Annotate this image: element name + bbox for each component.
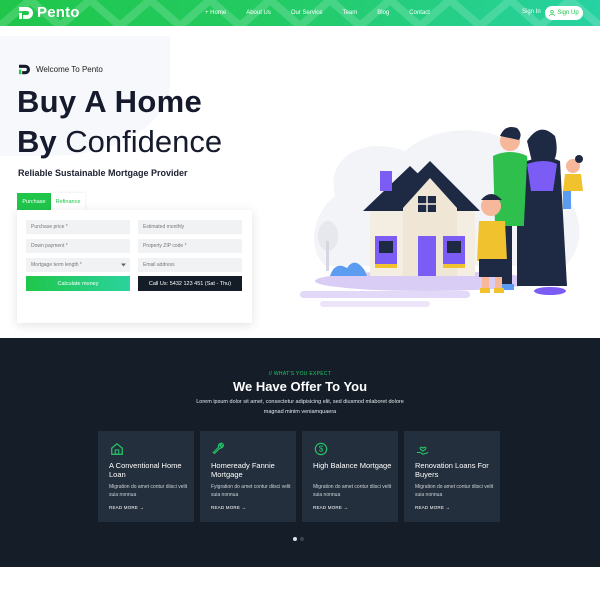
hero-subtitle: Reliable Sustainable Mortgage Provider	[18, 168, 188, 178]
email-input[interactable]: Email address	[138, 258, 242, 272]
card-title: Renovation Loans For Buyers	[415, 461, 489, 479]
read-more-link[interactable]: READ MORE →	[211, 505, 246, 510]
girl-figure	[563, 155, 583, 209]
nav-item-contact[interactable]: Contact	[409, 10, 430, 16]
hero-section: Welcome To Pento Buy A Home By Confidenc…	[0, 26, 600, 338]
card-title: High Balance Mortgage	[313, 461, 392, 470]
carousel-dot-2[interactable]	[300, 537, 304, 541]
logo[interactable]: Pento	[18, 4, 80, 21]
estimated-monthly-input[interactable]: Estimated monthly	[138, 220, 242, 234]
arrow-right-icon: →	[139, 505, 145, 510]
offer-card-4[interactable]: Renovation Loans For Buyers Migration do…	[404, 431, 500, 522]
mother-figure	[521, 129, 567, 295]
nav-item-about[interactable]: About Us	[246, 10, 271, 16]
hand-heart-icon	[416, 446, 429, 455]
offer-section: // WHAT'S YOU EXPECT We Have Offer To Yo…	[0, 338, 600, 567]
nav-item-blog[interactable]: Blog	[377, 10, 389, 16]
logo-text: Pento	[37, 4, 80, 21]
hero-title-bold: By	[17, 124, 57, 159]
logo-mark-icon	[19, 6, 33, 19]
card-description: Fyigration do amet contur diisci velit s…	[211, 484, 291, 498]
purchase-price-input[interactable]: Purchase price *	[26, 220, 130, 234]
read-more-label: READ MORE	[109, 505, 139, 510]
nav-item-service[interactable]: Our Service	[291, 10, 323, 16]
tab-purchase[interactable]: Purchase	[17, 193, 51, 210]
tab-refinance[interactable]: Refinance	[51, 193, 85, 210]
arrow-right-icon: →	[343, 505, 349, 510]
read-more-label: READ MORE	[415, 505, 445, 510]
read-more-link[interactable]: READ MORE →	[313, 505, 348, 510]
sign-up-label: Sign Up	[557, 10, 579, 16]
hero-title-line2: By Confidence	[17, 124, 222, 160]
hero-title-rest: Confidence	[56, 124, 223, 159]
carousel-dot-1[interactable]	[293, 537, 297, 541]
carousel-dots	[293, 537, 304, 541]
sign-up-button[interactable]: Sign Up	[545, 6, 583, 20]
offer-card-2[interactable]: Homeready Fannie Mortgage Fyigration do …	[200, 431, 296, 522]
term-length-label: Mortgage term length *	[31, 262, 82, 268]
user-icon	[549, 10, 556, 16]
calculator-tabs: Purchase Refinance	[17, 193, 85, 210]
nav-item-team[interactable]: Team	[343, 10, 358, 16]
offer-card-3[interactable]: $ High Balance Mortgage Migration do ame…	[302, 431, 398, 522]
chevron-down-icon	[121, 263, 126, 267]
call-us-button[interactable]: Call Us: 5432 123 451 (Sat - Thu)	[138, 276, 242, 291]
page: Pento + Home About Us Our Service Team B…	[0, 0, 600, 600]
arrow-right-icon: →	[241, 505, 247, 510]
section-title: We Have Offer To You	[232, 379, 368, 394]
welcome-tag: Welcome To Pento	[18, 64, 103, 75]
section-description: Lorem ipsum dolor sit amet, consectetur …	[196, 399, 404, 415]
card-description: Migration do amet contur diisci velit su…	[415, 484, 494, 498]
card-description: Migration do amet contur diisci velit su…	[109, 484, 188, 498]
term-length-select[interactable]: Mortgage term length *	[26, 258, 130, 272]
mortgage-calculator-form: Purchase price * Estimated monthly Down …	[17, 210, 252, 323]
family-house-illustration	[300, 127, 583, 307]
calculate-button[interactable]: Calculate money	[26, 276, 130, 291]
read-more-link[interactable]: READ MORE →	[109, 505, 144, 510]
offer-card-1[interactable]: A Conventional Home Loan Migration do am…	[98, 431, 194, 522]
hero-title-line1: Buy A Home	[17, 84, 203, 119]
read-more-label: READ MORE	[211, 505, 241, 510]
section-eyebrow: // WHAT'S YOU EXPECT	[268, 371, 332, 377]
sign-in-link[interactable]: Sign In	[522, 9, 541, 15]
nav-item-home[interactable]: + Home	[205, 10, 226, 16]
card-title: Homeready Fannie Mortgage	[211, 461, 275, 479]
home-icon	[111, 442, 123, 455]
main-menu: + Home About Us Our Service Team Blog Co…	[205, 0, 450, 26]
welcome-text: Welcome To Pento	[36, 65, 103, 74]
logo-mark-icon	[19, 64, 30, 75]
dollar-icon: $	[314, 442, 328, 456]
bottom-strip	[0, 567, 600, 600]
down-payment-input[interactable]: Down payment *	[26, 239, 130, 253]
read-more-link[interactable]: READ MORE →	[415, 505, 450, 510]
wrench-icon	[212, 442, 224, 455]
card-title: A Conventional Home Loan	[109, 461, 182, 479]
arrow-right-icon: →	[445, 505, 451, 510]
top-navbar: Pento + Home About Us Our Service Team B…	[0, 0, 600, 26]
card-description: Migration do amet contur diisci velit su…	[313, 484, 392, 498]
zip-code-input[interactable]: Property ZIP code *	[138, 239, 242, 253]
svg-text:$: $	[319, 445, 324, 454]
read-more-label: READ MORE	[313, 505, 343, 510]
